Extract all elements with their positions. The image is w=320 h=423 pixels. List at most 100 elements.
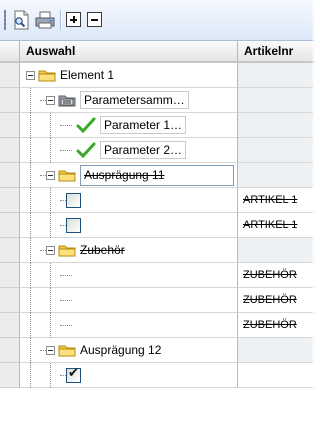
artikelnr-cell: ZUBEHÖR <box>238 263 315 288</box>
row-checkbox[interactable] <box>66 366 81 383</box>
printer-icon <box>35 11 55 29</box>
collapse-toggle-icon[interactable] <box>26 71 35 80</box>
tree-guide <box>50 188 51 213</box>
tree-cell[interactable] <box>20 313 238 338</box>
tree-connector <box>60 275 72 276</box>
table-row[interactable]: ZUBEHÖR <box>0 313 315 338</box>
row-header-cell[interactable] <box>0 213 20 238</box>
row-header-cell[interactable] <box>0 88 20 113</box>
table-row[interactable]: ZUBEHÖR <box>0 288 315 313</box>
label-edit-field[interactable]: Ausprägung 11 <box>80 165 234 186</box>
tree-node-label: Parametersamm… <box>80 91 189 109</box>
expand-all-icon[interactable] <box>66 12 81 27</box>
tree-guide <box>30 88 31 113</box>
parameter-folder-icon <box>58 95 76 107</box>
toolbar-grip[interactable] <box>4 10 6 30</box>
tree-guide <box>30 238 31 263</box>
artikelnr-cell <box>238 63 315 88</box>
folder-open-icon <box>58 245 76 257</box>
collapse-toggle-icon[interactable] <box>46 96 55 105</box>
tree-cell[interactable]: Ausprägung 11 <box>20 163 238 188</box>
toolbar-separator <box>60 10 61 30</box>
tree-cell[interactable]: Parameter 2… <box>20 138 238 163</box>
tree-guide <box>30 113 31 138</box>
page-preview-button[interactable] <box>10 9 32 31</box>
row-header-cell[interactable] <box>0 313 20 338</box>
collapse-all-icon[interactable] <box>87 12 102 27</box>
row-header-cell[interactable] <box>0 263 20 288</box>
artikelnr-cell <box>238 363 315 388</box>
row-header-cell[interactable] <box>0 288 20 313</box>
tree-cell[interactable] <box>20 263 238 288</box>
tree-guide <box>50 263 51 288</box>
tree-guide <box>30 263 31 288</box>
row-header-cell[interactable] <box>0 188 20 213</box>
folder-open-icon <box>58 170 76 182</box>
artikelnr-cell <box>238 338 315 363</box>
table-row[interactable]: ZUBEHÖR <box>0 263 315 288</box>
tree-cell[interactable]: Ausprägung 12 <box>20 338 238 363</box>
tree-cell[interactable]: Zubehör <box>20 238 238 263</box>
folder-open-icon <box>38 70 56 82</box>
tree-cell[interactable] <box>20 213 238 238</box>
tree-guide <box>50 113 51 138</box>
tree-guide <box>30 313 31 338</box>
column-header-artikelnr[interactable]: Artikelnr <box>238 41 315 63</box>
tree-grid: Auswahl Artikelnr Element 1 Parametersamm… <box>0 41 315 423</box>
tree-cell[interactable]: Parametersamm… <box>20 88 238 113</box>
table-row[interactable]: Parametersamm… <box>0 88 315 113</box>
tree-guide <box>50 288 51 313</box>
table-row[interactable]: Element 1 <box>0 63 315 88</box>
tree-guide <box>30 363 31 388</box>
table-row[interactable]: ARTIKEL 1 <box>0 213 315 238</box>
table-row[interactable]: Parameter 2… <box>0 138 315 163</box>
collapse-toggle-icon[interactable] <box>46 171 55 180</box>
print-button[interactable] <box>34 9 56 31</box>
table-row[interactable]: Parameter 1… <box>0 113 315 138</box>
tree-guide <box>50 313 51 338</box>
tree-cell[interactable] <box>20 288 238 313</box>
table-row[interactable]: Ausprägung 11 <box>0 163 315 188</box>
row-header-cell[interactable] <box>0 63 20 88</box>
column-header-auswahl[interactable]: Auswahl <box>20 41 238 63</box>
artikelnr-cell: ARTIKEL 1 <box>238 188 315 213</box>
table-row[interactable] <box>0 363 315 388</box>
tree-node-label: Ausprägung 12 <box>80 343 162 357</box>
tree-cell[interactable] <box>20 188 238 213</box>
collapse-toggle-icon[interactable] <box>46 346 55 355</box>
collapse-toggle-icon[interactable] <box>46 246 55 255</box>
tree-guide <box>30 338 31 363</box>
artikelnr-cell: ZUBEHÖR <box>238 313 315 338</box>
tree-guide <box>30 188 31 213</box>
artikelnr-cell: ZUBEHÖR <box>238 288 315 313</box>
table-row[interactable]: Zubehör <box>0 238 315 263</box>
row-header-cell[interactable] <box>0 113 20 138</box>
row-checkbox[interactable] <box>66 193 81 208</box>
table-row[interactable]: Ausprägung 12 <box>0 338 315 363</box>
row-header-cell[interactable] <box>0 338 20 363</box>
tree-guide <box>50 138 51 163</box>
row-checkbox[interactable] <box>66 218 81 233</box>
tree-connector <box>60 150 72 151</box>
row-header-cell[interactable] <box>0 163 20 188</box>
tree-cell[interactable]: Parameter 1… <box>20 113 238 138</box>
toolbar <box>0 0 315 41</box>
tree-cell[interactable]: Element 1 <box>20 63 238 88</box>
tree-guide <box>30 213 31 238</box>
right-fade <box>311 0 315 423</box>
table-row[interactable]: ARTIKEL 1 <box>0 188 315 213</box>
tree-connector <box>60 125 72 126</box>
header-corner <box>0 41 20 63</box>
row-header-cell[interactable] <box>0 363 20 388</box>
tree-connector <box>60 300 72 301</box>
artikelnr-cell <box>238 113 315 138</box>
tree-cell[interactable] <box>20 363 238 388</box>
tree-node-label: Parameter 2… <box>100 141 187 159</box>
green-check-icon <box>76 142 96 158</box>
row-header-cell[interactable] <box>0 138 20 163</box>
green-check-icon <box>76 117 96 133</box>
tree-connector <box>60 325 72 326</box>
page-preview-icon <box>14 10 29 30</box>
artikelnr-cell <box>238 238 315 263</box>
row-header-cell[interactable] <box>0 238 20 263</box>
